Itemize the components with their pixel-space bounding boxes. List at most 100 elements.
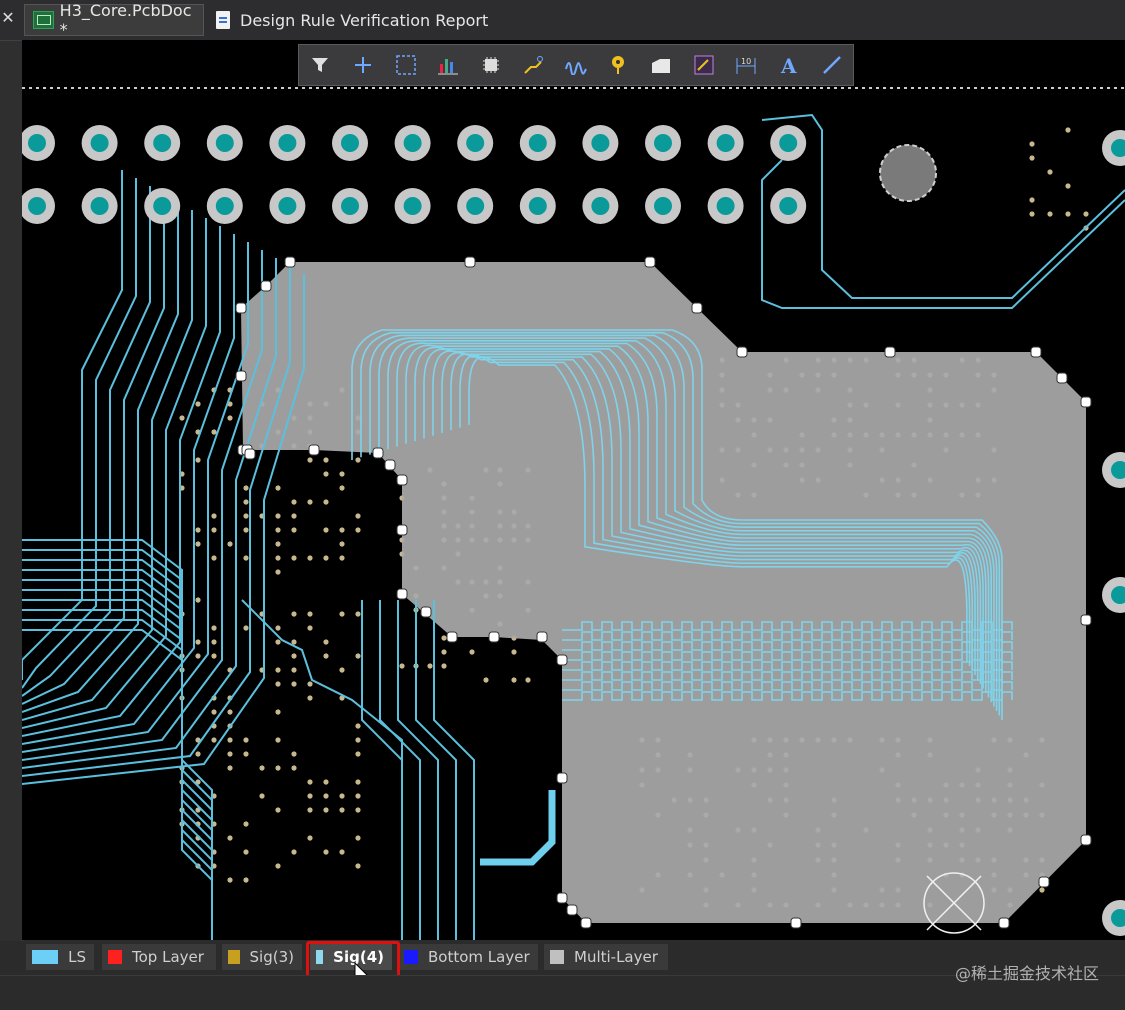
vertex-handle[interactable] [736,346,748,358]
close-icon[interactable]: ✕ [0,8,16,27]
vertex-handle[interactable] [998,917,1010,929]
vertex-handle[interactable] [488,631,500,643]
via [323,807,329,813]
vertex-handle[interactable] [1080,396,1092,408]
interactive-length-icon[interactable] [562,51,590,79]
chart-icon[interactable] [434,51,462,79]
vertex-handle[interactable] [536,631,548,643]
via [275,639,281,645]
pad-hole [654,134,672,152]
vertex-handle[interactable] [790,917,802,929]
vertex-handle[interactable] [1038,876,1050,888]
tab-pcbdoc[interactable]: H3_Core.PcbDoc * [24,1,204,39]
trace [761,113,1125,299]
pad-hole [466,134,485,152]
via [323,779,329,785]
via [339,541,345,547]
via [275,807,281,813]
region-icon[interactable] [647,51,675,79]
vertex-handle[interactable] [420,606,432,618]
via [195,653,201,659]
trace [21,258,277,769]
vertex-handle[interactable] [384,459,396,471]
vertex-handle[interactable] [580,917,592,929]
via [323,653,329,659]
vertex-handle[interactable] [1056,372,1068,384]
vertex-handle[interactable] [1030,346,1042,358]
via [243,527,249,533]
via [307,779,313,785]
pcb-canvas[interactable] [19,40,1125,940]
vertex-handle[interactable] [235,370,247,382]
text-icon[interactable]: A [775,51,803,79]
vertex-handle[interactable] [308,444,320,456]
trace [21,170,123,680]
mounting-hole [879,144,937,202]
pad-hole [278,197,297,215]
layer-tab-top[interactable]: Top Layer [102,944,216,970]
layer-tab-bottom[interactable]: Bottom Layer [398,944,538,970]
cross-probe-icon[interactable] [349,51,377,79]
vertex-handle[interactable] [260,280,272,292]
vertex-handle[interactable] [464,256,476,268]
filter-icon[interactable] [306,51,334,79]
vertex-handle[interactable] [1080,614,1092,626]
vertex-handle[interactable] [235,302,247,314]
vertex-handle[interactable] [244,448,256,460]
vertex-handle[interactable] [396,524,408,536]
tab-label: Design Rule Verification Report [240,10,489,30]
pcb-board-view[interactable] [19,40,1125,940]
vertex-handle[interactable] [284,256,296,268]
vertex-handle[interactable] [372,447,384,459]
via [211,709,217,715]
layer-label: Bottom Layer [428,948,530,966]
vertex-handle[interactable] [396,474,408,486]
vertex-handle[interactable] [556,892,568,904]
layer-tab-sig3[interactable]: Sig(3) [222,944,302,970]
via [1047,211,1053,217]
dimension-icon[interactable]: 10 [732,51,760,79]
via [211,555,217,561]
place-via-icon[interactable] [605,51,633,79]
place-polygon-icon[interactable] [690,51,718,79]
vertex-handle[interactable] [446,631,458,643]
via [227,835,233,841]
via [323,849,329,855]
via [227,751,233,757]
via [275,513,281,519]
route-icon[interactable] [519,51,547,79]
layer-tab-ls[interactable]: LS [26,944,94,970]
vertex-handle[interactable] [1080,834,1092,846]
via [339,849,345,855]
component-icon[interactable] [477,51,505,79]
vertex-handle[interactable] [396,588,408,600]
via [1029,155,1035,161]
via [227,541,233,547]
trace [22,549,213,940]
active-bar-toolbar: 10 A [298,44,854,86]
vertex-handle[interactable] [691,302,703,314]
vertex-handle[interactable] [556,772,568,784]
via [307,835,313,841]
pad-hole [654,197,672,215]
select-rect-icon[interactable] [392,51,420,79]
layer-tab-multi[interactable]: Multi-Layer [544,944,668,970]
via [195,541,201,547]
via [355,835,361,841]
via [291,667,297,673]
via [1065,211,1071,217]
vertex-handle[interactable] [556,654,568,666]
report-document-icon [216,11,230,29]
via [307,793,313,799]
tab-drc-report[interactable]: Design Rule Verification Report [208,4,498,36]
copper-pour-polygon[interactable] [241,262,1086,923]
vertex-handle[interactable] [884,346,896,358]
via [243,485,249,491]
via [227,765,233,771]
via [355,653,361,659]
vertex-handle[interactable] [566,904,578,916]
line-icon[interactable] [818,51,846,79]
via [243,625,249,631]
vertex-handle[interactable] [644,256,656,268]
pad-hole [403,134,422,152]
